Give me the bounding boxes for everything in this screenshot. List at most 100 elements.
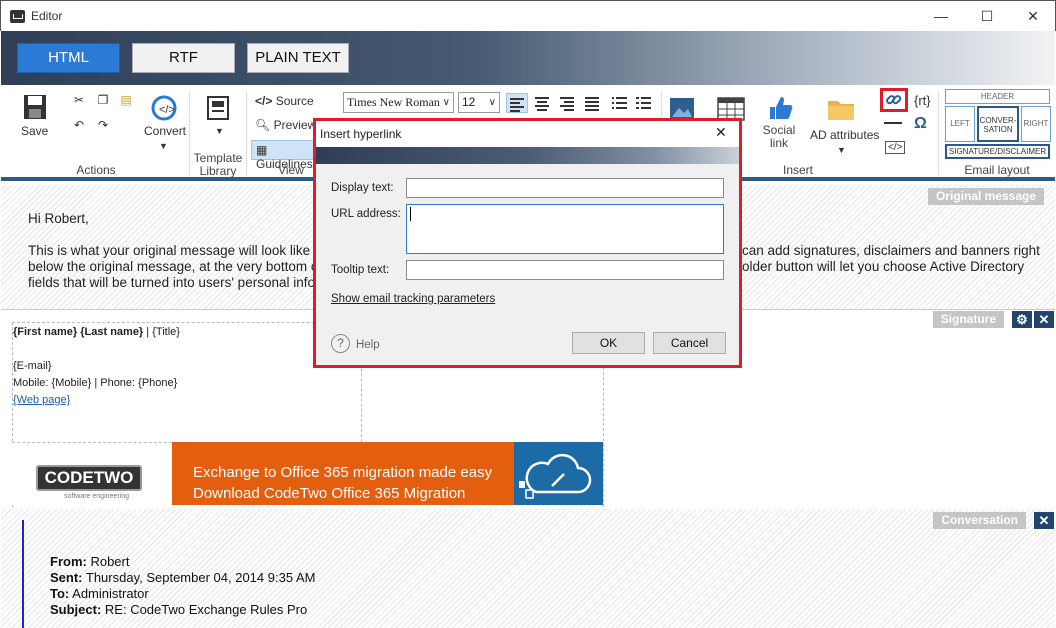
url-address-label: URL address: — [331, 208, 401, 220]
layout-right-button[interactable]: RIGHT — [1021, 106, 1051, 142]
layout-signature-button[interactable]: SIGNATURE/DISCLAIMER — [945, 144, 1050, 159]
social-link-icon[interactable] — [767, 95, 793, 121]
logo-text: CODETWO — [36, 465, 142, 491]
chevron-down-icon: ∨ — [488, 97, 496, 108]
close-icon: ✕ — [1038, 312, 1050, 327]
guidelines-icon: ▦ — [256, 143, 268, 157]
font-family-select[interactable]: Times New Roman ∨ — [343, 92, 454, 113]
source-label: Source — [275, 94, 314, 108]
layout-header-button[interactable]: HEADER — [945, 89, 1050, 104]
paste-icon[interactable]: ▤ — [119, 93, 133, 107]
message-line-2: below the original message, at the very … — [28, 259, 323, 274]
ad-dropdown-icon[interactable]: ▼ — [837, 145, 846, 155]
signature-separator: | — [143, 326, 153, 338]
signature-email: {E-mail} — [13, 360, 52, 372]
align-justify-button[interactable] — [581, 93, 603, 113]
bullet-list-button[interactable] — [609, 93, 631, 113]
cancel-button[interactable]: Cancel — [653, 332, 726, 354]
separator — [189, 91, 190, 175]
conversation-from: From: Robert — [50, 554, 129, 569]
sent-value: Thursday, September 04, 2014 9:35 AM — [82, 570, 316, 585]
message-line-1-end: can add signatures, disclaimers and bann… — [742, 243, 1040, 258]
help-link[interactable]: Help — [356, 339, 380, 351]
format-bar: HTML RTF PLAIN TEXT — [1, 31, 1055, 85]
ok-button[interactable]: OK — [572, 332, 645, 354]
signature-close-button[interactable]: ✕ — [1034, 311, 1054, 328]
redo-icon[interactable]: ↷ — [96, 118, 110, 132]
maximize-button[interactable]: ☐ — [964, 1, 1010, 31]
rtf-format-button[interactable]: RTF — [132, 43, 235, 73]
align-center-button[interactable] — [531, 93, 553, 113]
subject-label: Subject: — [50, 602, 102, 617]
guidelines-button[interactable]: ▦ Guidelines — [251, 140, 321, 171]
convert-dropdown-icon[interactable]: ▼ — [159, 141, 168, 151]
cloud-migration-icon — [514, 442, 603, 505]
insert-group-label: Insert — [782, 163, 813, 177]
copy-icon[interactable]: ❐ — [96, 93, 110, 107]
signature-title: {Title} — [152, 326, 180, 338]
banner-line-1: Exchange to Office 365 migration made ea… — [193, 464, 493, 481]
source-icon: </> — [255, 94, 273, 108]
layout-left-button[interactable]: LEFT — [945, 106, 975, 142]
social-link-button[interactable]: Social link — [759, 124, 799, 150]
message-line-1: This is what your original message will … — [28, 243, 326, 258]
rt-placeholder-button[interactable]: {rt} — [914, 93, 931, 108]
show-tracking-link[interactable]: Show email tracking parameters — [331, 293, 495, 305]
signature-settings-button[interactable]: ⚙ — [1012, 311, 1032, 328]
align-left-button[interactable] — [506, 93, 528, 113]
special-char-button[interactable]: Ω — [914, 115, 927, 133]
html-snippet-icon[interactable]: </> — [885, 141, 906, 154]
display-text-input[interactable] — [406, 178, 724, 198]
hyperlink-button[interactable] — [880, 88, 908, 112]
align-right-button[interactable] — [556, 93, 578, 113]
template-library-icon[interactable] — [206, 95, 230, 121]
insert-hyperlink-dialog: Insert hyperlink ✕ Display text: URL add… — [313, 118, 742, 368]
signature-name: {First name} {Last name} — [13, 326, 144, 338]
url-address-input[interactable] — [406, 204, 724, 254]
preview-label: Preview — [273, 118, 317, 132]
tooltip-text-input[interactable] — [406, 260, 724, 280]
from-value: Robert — [86, 554, 130, 569]
convert-icon[interactable]: </> — [151, 95, 177, 121]
template-dropdown-icon[interactable]: ▼ — [215, 126, 224, 136]
conversation-close-button[interactable]: ✕ — [1034, 512, 1054, 529]
separator — [246, 91, 247, 175]
plain-text-format-button[interactable]: PLAIN TEXT — [247, 43, 349, 73]
convert-button[interactable]: Convert — [144, 124, 186, 138]
codetwo-logo: CODETWO software engineering — [12, 442, 172, 505]
font-size-select[interactable]: 12 ∨ — [458, 92, 500, 113]
greeting-text: Hi Robert, — [28, 211, 89, 226]
link-icon — [886, 95, 902, 105]
horizontal-line-button[interactable] — [884, 122, 902, 124]
preview-button[interactable]: 🔍︎ Preview — [255, 118, 316, 132]
dialog-title: Insert hyperlink — [320, 127, 402, 141]
banner-line-2: Download CodeTwo Office 365 Migration — [193, 485, 466, 502]
help-icon[interactable]: ? — [331, 334, 350, 353]
layout-conversation-button[interactable]: CONVER-SATION — [977, 106, 1019, 142]
banner[interactable]: Exchange to Office 365 migration made ea… — [172, 442, 514, 505]
gear-icon: ⚙ — [1016, 312, 1028, 327]
template-library-label[interactable]: Template Library — [193, 152, 243, 178]
svg-text:</>: </> — [159, 104, 175, 116]
actions-group-label: Actions — [76, 163, 116, 177]
save-icon[interactable] — [23, 94, 47, 120]
dialog-close-button[interactable]: ✕ — [715, 124, 727, 141]
folder-icon[interactable] — [827, 97, 855, 121]
original-message-tag: Original message — [927, 188, 1044, 205]
html-format-button[interactable]: HTML — [17, 43, 120, 73]
quote-bar — [22, 520, 24, 628]
ad-attributes-button[interactable]: AD attributes — [810, 128, 879, 142]
minimize-button[interactable]: — — [918, 1, 964, 31]
close-button[interactable]: ✕ — [1010, 1, 1056, 31]
cut-icon[interactable]: ✂ — [72, 93, 86, 107]
email-layout-group-label: Email layout — [964, 163, 1030, 177]
message-line-3: fields that will be turned into users' p… — [28, 275, 331, 290]
conversation-tag: Conversation — [933, 512, 1026, 529]
numbered-list-button[interactable] — [633, 93, 655, 113]
save-button[interactable]: Save — [21, 124, 48, 138]
subject-value: RE: CodeTwo Exchange Rules Pro — [101, 602, 308, 617]
undo-icon[interactable]: ↶ — [72, 118, 86, 132]
signature-web-link[interactable]: {Web page} — [13, 394, 70, 406]
signature-name-line: {First name} {Last name} | {Title} — [13, 326, 180, 338]
source-button[interactable]: </> Source — [255, 94, 314, 108]
